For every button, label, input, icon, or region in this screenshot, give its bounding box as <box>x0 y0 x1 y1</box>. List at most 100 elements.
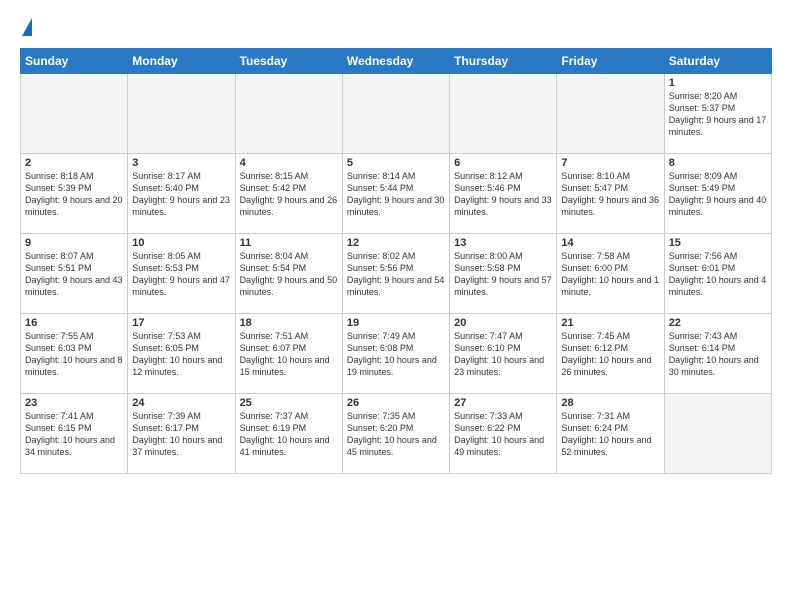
day-info: Sunrise: 7:39 AM Sunset: 6:17 PM Dayligh… <box>132 410 230 459</box>
week-row-1: 2Sunrise: 8:18 AM Sunset: 5:39 PM Daylig… <box>21 154 772 234</box>
day-number: 16 <box>25 317 123 329</box>
day-number: 19 <box>347 317 445 329</box>
weekday-header-saturday: Saturday <box>664 49 771 74</box>
day-cell: 13Sunrise: 8:00 AM Sunset: 5:58 PM Dayli… <box>450 234 557 314</box>
day-number: 2 <box>25 157 123 169</box>
day-cell: 16Sunrise: 7:55 AM Sunset: 6:03 PM Dayli… <box>21 314 128 394</box>
day-cell: 22Sunrise: 7:43 AM Sunset: 6:14 PM Dayli… <box>664 314 771 394</box>
day-info: Sunrise: 7:53 AM Sunset: 6:05 PM Dayligh… <box>132 330 230 379</box>
day-cell: 12Sunrise: 8:02 AM Sunset: 5:56 PM Dayli… <box>342 234 449 314</box>
logo-container <box>20 18 32 38</box>
day-cell: 5Sunrise: 8:14 AM Sunset: 5:44 PM Daylig… <box>342 154 449 234</box>
week-row-3: 16Sunrise: 7:55 AM Sunset: 6:03 PM Dayli… <box>21 314 772 394</box>
day-cell: 18Sunrise: 7:51 AM Sunset: 6:07 PM Dayli… <box>235 314 342 394</box>
day-info: Sunrise: 8:14 AM Sunset: 5:44 PM Dayligh… <box>347 170 445 219</box>
day-info: Sunrise: 7:41 AM Sunset: 6:15 PM Dayligh… <box>25 410 123 459</box>
day-cell: 8Sunrise: 8:09 AM Sunset: 5:49 PM Daylig… <box>664 154 771 234</box>
day-info: Sunrise: 8:02 AM Sunset: 5:56 PM Dayligh… <box>347 250 445 299</box>
day-number: 27 <box>454 397 552 409</box>
day-cell: 25Sunrise: 7:37 AM Sunset: 6:19 PM Dayli… <box>235 394 342 474</box>
day-cell: 1Sunrise: 8:20 AM Sunset: 5:37 PM Daylig… <box>664 74 771 154</box>
weekday-header-row: SundayMondayTuesdayWednesdayThursdayFrid… <box>21 49 772 74</box>
weekday-header-wednesday: Wednesday <box>342 49 449 74</box>
day-info: Sunrise: 7:47 AM Sunset: 6:10 PM Dayligh… <box>454 330 552 379</box>
day-cell <box>664 394 771 474</box>
day-info: Sunrise: 8:05 AM Sunset: 5:53 PM Dayligh… <box>132 250 230 299</box>
day-number: 5 <box>347 157 445 169</box>
day-cell: 3Sunrise: 8:17 AM Sunset: 5:40 PM Daylig… <box>128 154 235 234</box>
day-cell: 11Sunrise: 8:04 AM Sunset: 5:54 PM Dayli… <box>235 234 342 314</box>
day-cell: 15Sunrise: 7:56 AM Sunset: 6:01 PM Dayli… <box>664 234 771 314</box>
calendar-header: SundayMondayTuesdayWednesdayThursdayFrid… <box>21 49 772 74</box>
weekday-header-thursday: Thursday <box>450 49 557 74</box>
day-number: 24 <box>132 397 230 409</box>
day-number: 3 <box>132 157 230 169</box>
day-cell: 17Sunrise: 7:53 AM Sunset: 6:05 PM Dayli… <box>128 314 235 394</box>
day-info: Sunrise: 8:18 AM Sunset: 5:39 PM Dayligh… <box>25 170 123 219</box>
weekday-header-friday: Friday <box>557 49 664 74</box>
day-cell: 7Sunrise: 8:10 AM Sunset: 5:47 PM Daylig… <box>557 154 664 234</box>
day-info: Sunrise: 8:20 AM Sunset: 5:37 PM Dayligh… <box>669 90 767 139</box>
day-info: Sunrise: 7:35 AM Sunset: 6:20 PM Dayligh… <box>347 410 445 459</box>
week-row-2: 9Sunrise: 8:07 AM Sunset: 5:51 PM Daylig… <box>21 234 772 314</box>
day-number: 11 <box>240 237 338 249</box>
day-cell <box>450 74 557 154</box>
day-info: Sunrise: 7:45 AM Sunset: 6:12 PM Dayligh… <box>561 330 659 379</box>
week-row-4: 23Sunrise: 7:41 AM Sunset: 6:15 PM Dayli… <box>21 394 772 474</box>
day-number: 12 <box>347 237 445 249</box>
day-info: Sunrise: 8:12 AM Sunset: 5:46 PM Dayligh… <box>454 170 552 219</box>
day-info: Sunrise: 7:43 AM Sunset: 6:14 PM Dayligh… <box>669 330 767 379</box>
day-cell: 10Sunrise: 8:05 AM Sunset: 5:53 PM Dayli… <box>128 234 235 314</box>
day-cell: 21Sunrise: 7:45 AM Sunset: 6:12 PM Dayli… <box>557 314 664 394</box>
day-cell: 24Sunrise: 7:39 AM Sunset: 6:17 PM Dayli… <box>128 394 235 474</box>
day-cell: 6Sunrise: 8:12 AM Sunset: 5:46 PM Daylig… <box>450 154 557 234</box>
day-info: Sunrise: 7:31 AM Sunset: 6:24 PM Dayligh… <box>561 410 659 459</box>
day-number: 17 <box>132 317 230 329</box>
day-info: Sunrise: 7:37 AM Sunset: 6:19 PM Dayligh… <box>240 410 338 459</box>
day-info: Sunrise: 7:58 AM Sunset: 6:00 PM Dayligh… <box>561 250 659 299</box>
day-number: 23 <box>25 397 123 409</box>
day-cell: 27Sunrise: 7:33 AM Sunset: 6:22 PM Dayli… <box>450 394 557 474</box>
day-number: 9 <box>25 237 123 249</box>
day-cell: 23Sunrise: 7:41 AM Sunset: 6:15 PM Dayli… <box>21 394 128 474</box>
day-info: Sunrise: 8:07 AM Sunset: 5:51 PM Dayligh… <box>25 250 123 299</box>
day-cell: 28Sunrise: 7:31 AM Sunset: 6:24 PM Dayli… <box>557 394 664 474</box>
day-cell: 9Sunrise: 8:07 AM Sunset: 5:51 PM Daylig… <box>21 234 128 314</box>
day-cell: 26Sunrise: 7:35 AM Sunset: 6:20 PM Dayli… <box>342 394 449 474</box>
day-info: Sunrise: 8:04 AM Sunset: 5:54 PM Dayligh… <box>240 250 338 299</box>
day-info: Sunrise: 8:09 AM Sunset: 5:49 PM Dayligh… <box>669 170 767 219</box>
day-cell: 20Sunrise: 7:47 AM Sunset: 6:10 PM Dayli… <box>450 314 557 394</box>
day-info: Sunrise: 8:15 AM Sunset: 5:42 PM Dayligh… <box>240 170 338 219</box>
day-number: 4 <box>240 157 338 169</box>
day-number: 26 <box>347 397 445 409</box>
day-cell <box>342 74 449 154</box>
logo <box>20 18 32 38</box>
day-info: Sunrise: 7:33 AM Sunset: 6:22 PM Dayligh… <box>454 410 552 459</box>
calendar-page: SundayMondayTuesdayWednesdayThursdayFrid… <box>0 0 792 612</box>
day-cell: 14Sunrise: 7:58 AM Sunset: 6:00 PM Dayli… <box>557 234 664 314</box>
weekday-header-monday: Monday <box>128 49 235 74</box>
day-info: Sunrise: 7:56 AM Sunset: 6:01 PM Dayligh… <box>669 250 767 299</box>
day-number: 28 <box>561 397 659 409</box>
day-cell <box>557 74 664 154</box>
day-info: Sunrise: 8:00 AM Sunset: 5:58 PM Dayligh… <box>454 250 552 299</box>
day-number: 14 <box>561 237 659 249</box>
logo-triangle-icon <box>22 18 32 36</box>
day-number: 7 <box>561 157 659 169</box>
day-info: Sunrise: 8:17 AM Sunset: 5:40 PM Dayligh… <box>132 170 230 219</box>
day-number: 13 <box>454 237 552 249</box>
day-info: Sunrise: 7:51 AM Sunset: 6:07 PM Dayligh… <box>240 330 338 379</box>
day-info: Sunrise: 7:55 AM Sunset: 6:03 PM Dayligh… <box>25 330 123 379</box>
day-cell <box>235 74 342 154</box>
day-info: Sunrise: 8:10 AM Sunset: 5:47 PM Dayligh… <box>561 170 659 219</box>
day-number: 25 <box>240 397 338 409</box>
week-row-0: 1Sunrise: 8:20 AM Sunset: 5:37 PM Daylig… <box>21 74 772 154</box>
day-number: 18 <box>240 317 338 329</box>
day-number: 10 <box>132 237 230 249</box>
calendar-body: 1Sunrise: 8:20 AM Sunset: 5:37 PM Daylig… <box>21 74 772 474</box>
day-number: 15 <box>669 237 767 249</box>
day-number: 6 <box>454 157 552 169</box>
day-number: 20 <box>454 317 552 329</box>
day-cell <box>21 74 128 154</box>
day-number: 21 <box>561 317 659 329</box>
